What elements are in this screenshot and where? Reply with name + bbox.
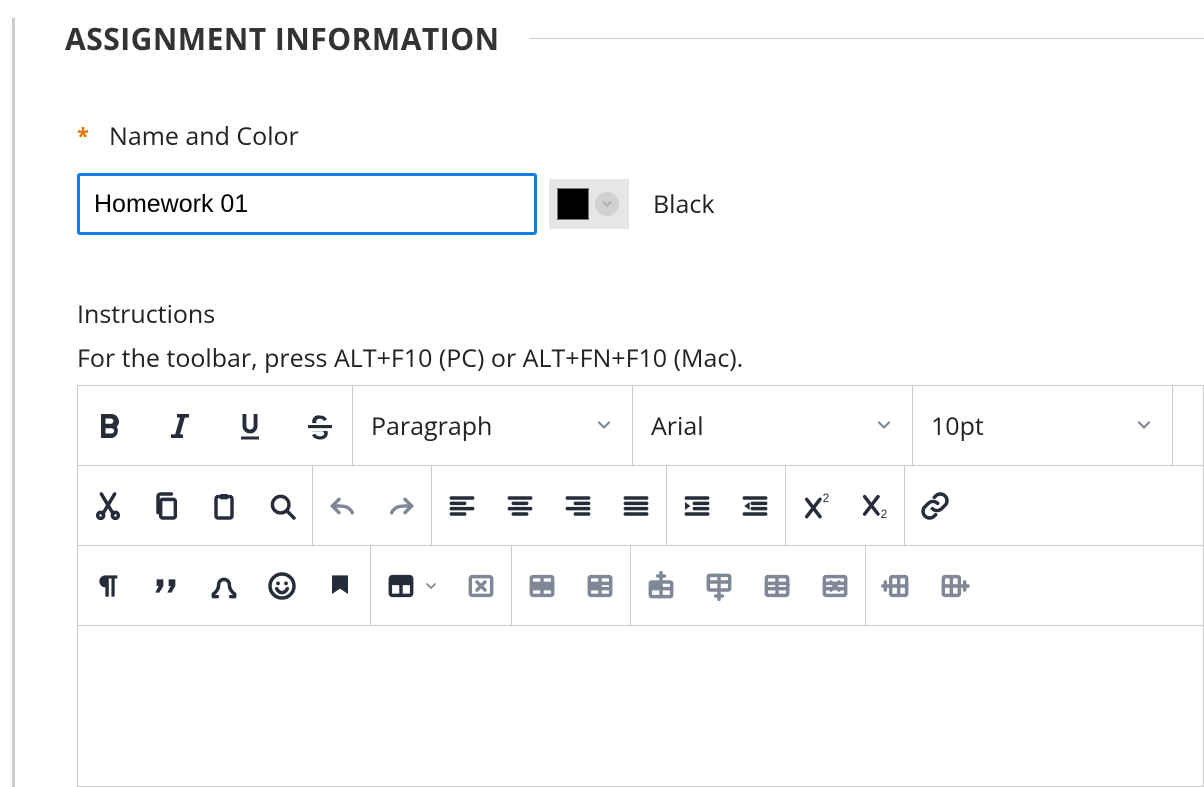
rich-text-editor: Paragraph Arial 10pt: [77, 385, 1204, 787]
table-row-properties-button[interactable]: [526, 570, 558, 602]
format-dropdown-label: Paragraph: [371, 409, 492, 443]
chevron-down-icon: [1134, 409, 1154, 443]
toolbar-row-2: 2 2: [78, 466, 1203, 546]
toolbar-row-3: [78, 546, 1203, 626]
align-center-button[interactable]: [504, 490, 536, 522]
table-cell-properties-button[interactable]: [584, 570, 616, 602]
insert-row-above-button[interactable]: [645, 570, 677, 602]
insert-row-below-button[interactable]: [703, 570, 735, 602]
instructions-help-text: For the toolbar, press ALT+F10 (PC) or A…: [77, 341, 1204, 375]
redo-button[interactable]: [385, 490, 417, 522]
name-label-row: * Name and Color: [77, 119, 1204, 153]
undo-button[interactable]: [327, 490, 359, 522]
subscript-button[interactable]: 2: [858, 490, 890, 522]
toolbar-row-1: Paragraph Arial 10pt: [78, 386, 1203, 466]
name-and-color-label: Name and Color: [109, 119, 299, 153]
font-size-dropdown[interactable]: 10pt: [913, 386, 1173, 465]
instructions-label: Instructions: [77, 297, 1204, 331]
move-row-down-button[interactable]: [761, 570, 793, 602]
chevron-down-icon: [874, 409, 894, 443]
svg-text:2: 2: [881, 507, 888, 521]
find-button[interactable]: [266, 490, 298, 522]
outdent-button[interactable]: [739, 490, 771, 522]
blockquote-button[interactable]: [150, 570, 182, 602]
chevron-down-icon: [423, 578, 439, 594]
cut-button[interactable]: [92, 490, 124, 522]
insert-table-button[interactable]: [385, 570, 439, 602]
font-dropdown[interactable]: Arial: [633, 386, 913, 465]
divider: [529, 38, 1204, 39]
format-dropdown[interactable]: Paragraph: [353, 386, 633, 465]
chevron-down-icon: [594, 409, 614, 443]
italic-button[interactable]: [162, 408, 198, 444]
color-name-label: Black: [653, 187, 714, 221]
delete-table-button[interactable]: [465, 570, 497, 602]
align-justify-button[interactable]: [620, 490, 652, 522]
required-marker: *: [77, 121, 89, 151]
anchor-button[interactable]: [324, 570, 356, 602]
bold-button[interactable]: [92, 408, 128, 444]
delete-row-button[interactable]: [819, 570, 851, 602]
align-left-button[interactable]: [446, 490, 478, 522]
copy-button[interactable]: [150, 490, 182, 522]
underline-button[interactable]: [232, 408, 268, 444]
font-dropdown-label: Arial: [651, 409, 704, 443]
indent-button[interactable]: [681, 490, 713, 522]
strikethrough-button[interactable]: [302, 408, 338, 444]
insert-column-right-button[interactable]: [938, 570, 970, 602]
svg-text:2: 2: [823, 491, 830, 505]
color-swatch-icon: [557, 188, 589, 220]
font-size-dropdown-label: 10pt: [931, 409, 984, 443]
editor-content-area[interactable]: [78, 626, 1203, 786]
chevron-down-icon: [595, 192, 619, 216]
assignment-name-input[interactable]: [77, 173, 537, 235]
superscript-button[interactable]: 2: [800, 490, 832, 522]
emoji-button[interactable]: [266, 570, 298, 602]
section-header: ASSIGNMENT INFORMATION: [15, 18, 1204, 59]
section-title: ASSIGNMENT INFORMATION: [65, 18, 499, 59]
paragraph-marks-button[interactable]: [92, 570, 124, 602]
paste-button[interactable]: [208, 490, 240, 522]
align-right-button[interactable]: [562, 490, 594, 522]
color-picker-button[interactable]: [549, 179, 629, 229]
special-character-button[interactable]: [208, 570, 240, 602]
insert-column-left-button[interactable]: [880, 570, 912, 602]
link-button[interactable]: [919, 490, 951, 522]
